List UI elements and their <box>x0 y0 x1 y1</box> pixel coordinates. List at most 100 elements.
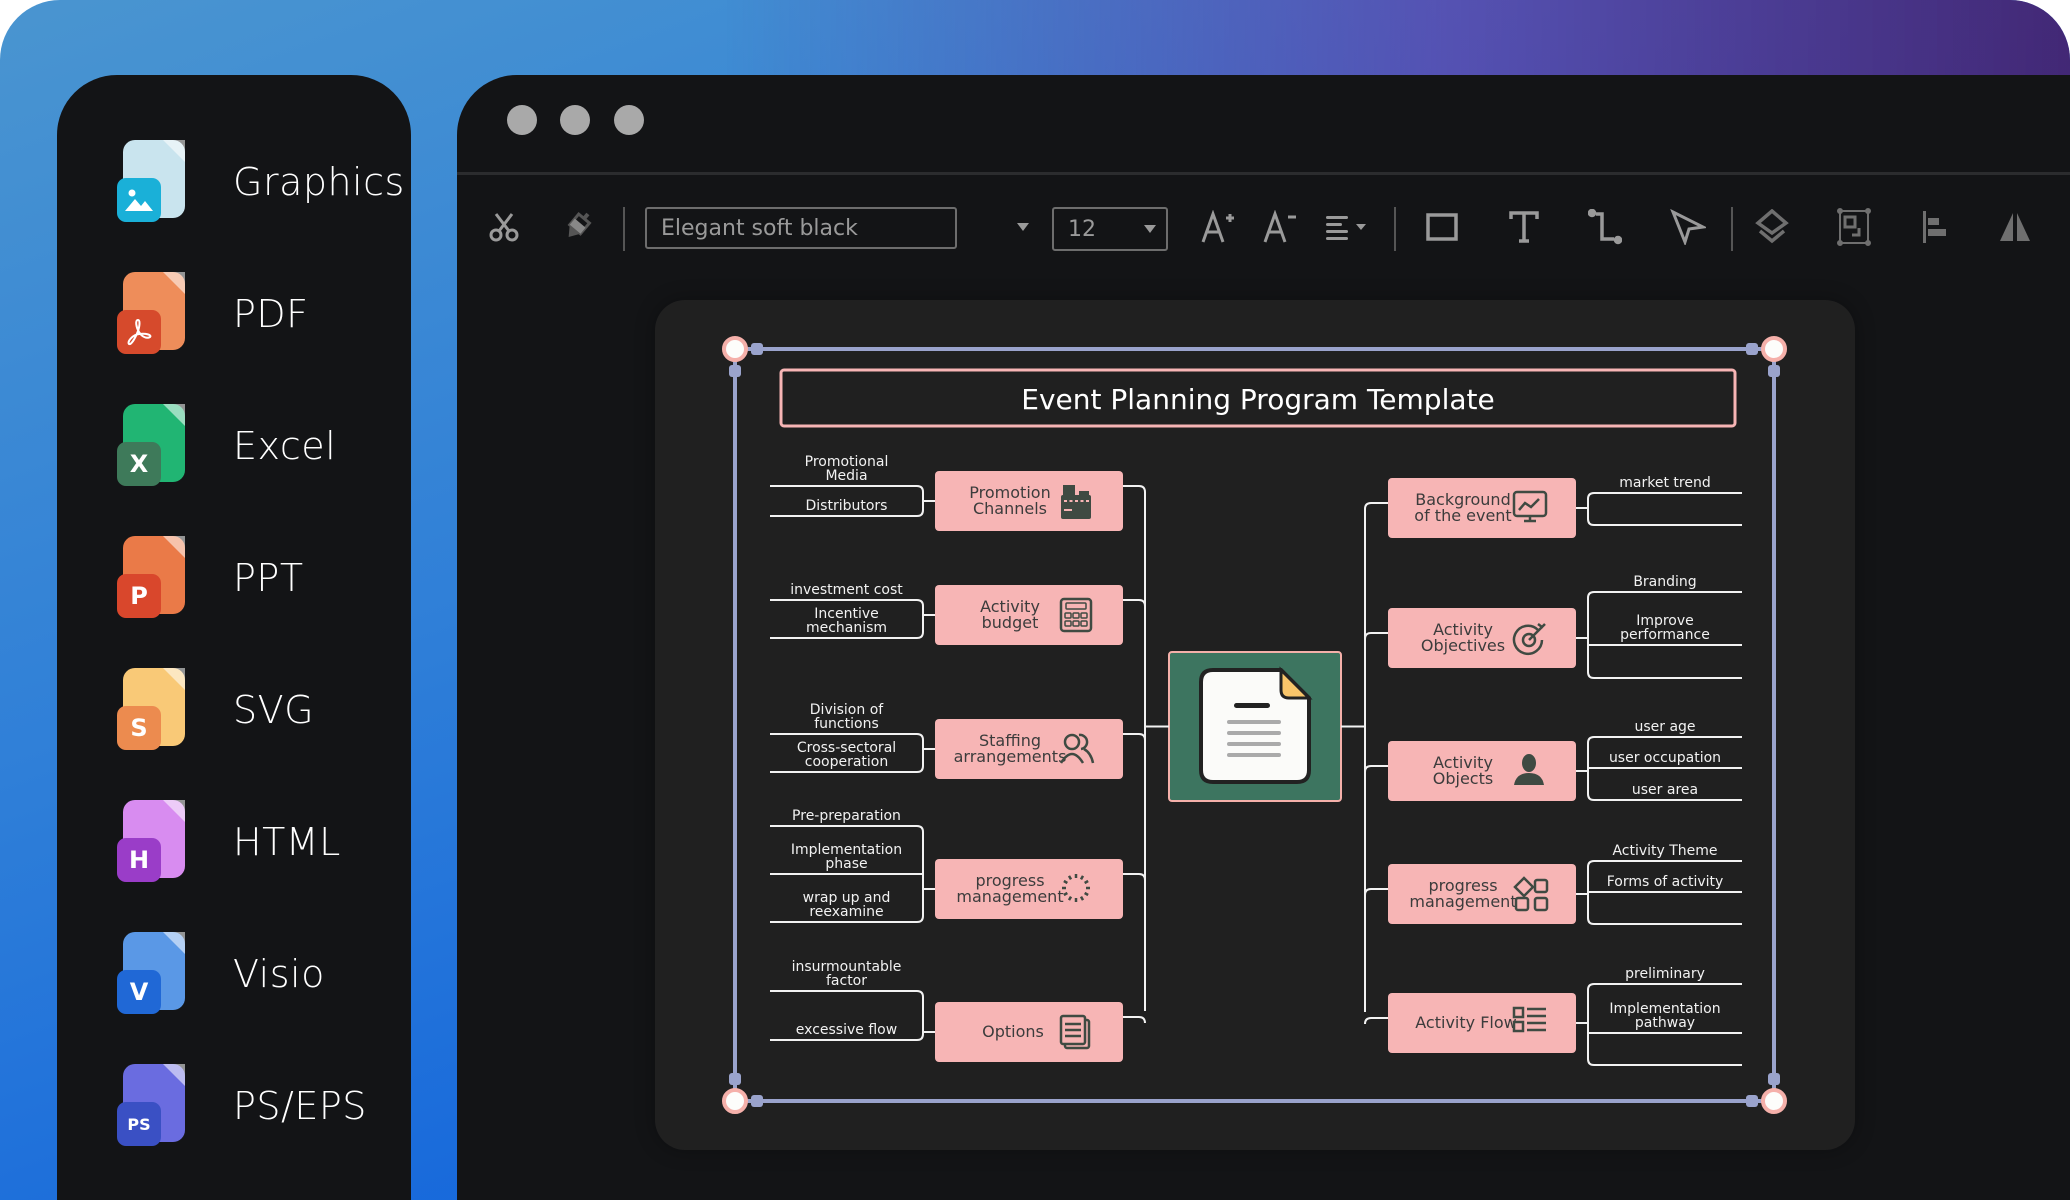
list-doc-icon <box>1059 1014 1091 1050</box>
resize-grip[interactable] <box>1768 365 1780 377</box>
font-dropdown-caret[interactable] <box>1017 223 1029 231</box>
left-branch-2[interactable]: Activity budget investment cost Incentive me… <box>770 582 1123 645</box>
leaf-label[interactable]: Incentive mechanism <box>806 606 887 636</box>
branch-connector <box>1123 873 1146 881</box>
branch-connector <box>1364 632 1388 640</box>
rectangle-tool-button[interactable] <box>1417 202 1467 252</box>
decrease-font-button[interactable] <box>1254 202 1304 252</box>
format-item-svg[interactable]: S SVG <box>117 665 407 755</box>
leaf-label[interactable]: Implementation pathway <box>1609 1001 1720 1031</box>
leaf-label[interactable]: investment cost <box>790 582 903 598</box>
chevron-down-icon <box>1144 225 1156 233</box>
right-branch-1[interactable]: Background of the event market trend <box>1388 475 1742 538</box>
resize-grip[interactable] <box>751 343 763 355</box>
format-item-html[interactable]: H HTML <box>117 797 407 887</box>
left-branch-1[interactable]: Promotion Channels Promotional Media Distrib… <box>770 454 1123 531</box>
format-item-excel[interactable]: X Excel <box>117 401 407 491</box>
leaf-label[interactable]: user area <box>1632 782 1698 798</box>
format-item-graphics[interactable]: Graphics <box>117 137 407 227</box>
leaf-label[interactable]: Promotional Media <box>805 454 889 484</box>
format-item-ppt[interactable]: P PPT <box>117 533 407 623</box>
document-icon <box>1199 666 1313 784</box>
resize-grip[interactable] <box>1746 343 1758 355</box>
group-button[interactable] <box>1829 202 1879 252</box>
leaf-label[interactable]: user age <box>1634 719 1695 735</box>
window-maximize-dot[interactable] <box>614 105 644 135</box>
corner-handle[interactable] <box>722 1088 748 1114</box>
connector-tool-button[interactable] <box>1580 202 1630 252</box>
format-label: SVG <box>233 688 315 732</box>
leaf-label[interactable]: Distributors <box>806 498 888 514</box>
pointer-tool-button[interactable] <box>1663 202 1713 252</box>
corner-handle[interactable] <box>722 336 748 362</box>
branch-connector <box>1123 1016 1146 1024</box>
left-branch-3[interactable]: Staffing arrangementsDivision of functions… <box>770 702 1123 779</box>
right-branch-4[interactable]: progress managementActivity ThemeForms of… <box>1388 843 1742 925</box>
leaf-label[interactable]: Division of functions <box>810 702 884 732</box>
font-name-input[interactable]: Elegant soft black <box>645 207 957 249</box>
window-close-dot[interactable] <box>507 105 537 135</box>
leaf-label[interactable]: Branding <box>1633 574 1696 590</box>
right-branch-5[interactable]: Activity Flow preliminary Implementation pa… <box>1388 966 1742 1066</box>
resize-grip[interactable] <box>751 1095 763 1107</box>
format-item-pseps[interactable]: PS PS/EPS <box>117 1061 407 1151</box>
resize-grip[interactable] <box>729 365 741 377</box>
left-branch-5[interactable]: Options insurmountable factor excessive flo… <box>770 959 1123 1062</box>
right-branch-3[interactable]: Activity Objects user age user occupation us… <box>1388 719 1742 801</box>
left-branch-4[interactable]: progress managementPre-preparationImpleme… <box>770 808 1123 923</box>
resize-grip[interactable] <box>1768 1073 1780 1085</box>
corner-handle[interactable] <box>1761 1088 1787 1114</box>
topic-label: Background of the event <box>1414 490 1511 525</box>
resize-grip[interactable] <box>729 1073 741 1085</box>
toolbar-separator <box>623 207 625 251</box>
format-item-visio[interactable]: V Visio <box>117 929 407 1019</box>
increase-font-button[interactable] <box>1192 202 1242 252</box>
toolbar-separator <box>1731 207 1733 251</box>
leaf-label[interactable]: Pre-preparation <box>792 808 901 824</box>
format-label: Visio <box>233 952 325 996</box>
resize-grip[interactable] <box>1746 1095 1758 1107</box>
align-left-button[interactable] <box>1909 202 1959 252</box>
diagram-canvas[interactable]: Event Planning Program Template Promotion… <box>655 300 1855 1150</box>
mind-map: Event Planning Program Template Promotion… <box>722 336 1787 1114</box>
image-file-icon <box>117 140 187 224</box>
titlebar-divider <box>457 172 2070 175</box>
leaf-label[interactable]: Cross-sectoral cooperation <box>797 740 896 770</box>
format-painter-button[interactable] <box>552 202 602 252</box>
flip-button[interactable] <box>1990 202 2040 252</box>
svg-file-icon: S <box>117 668 187 752</box>
export-format-sidebar: Graphics PDF X Excel P PPT S SVG H HTML V Visio PS PS… <box>57 75 411 1200</box>
right-branch-2[interactable]: Activity Objectives Branding Improve perform… <box>1388 574 1742 679</box>
text-tool-button[interactable] <box>1499 202 1549 252</box>
topic-label: Options <box>982 1022 1044 1041</box>
font-size-select[interactable]: 12 <box>1052 207 1168 251</box>
leaf-label[interactable]: Activity Theme <box>1612 843 1717 859</box>
font-increase-icon <box>1201 210 1234 243</box>
cut-button[interactable] <box>479 202 529 252</box>
branch-connector <box>1123 599 1146 607</box>
font-name-value: Elegant soft black <box>661 215 858 241</box>
corner-handle[interactable] <box>1761 336 1787 362</box>
leaf-label[interactable]: Forms of activity <box>1607 874 1724 890</box>
leaf-label[interactable]: Improve performance <box>1620 613 1710 643</box>
layers-button[interactable] <box>1747 202 1797 252</box>
window-minimize-dot[interactable] <box>560 105 590 135</box>
text-align-button[interactable] <box>1317 202 1377 252</box>
format-label: Graphics <box>233 160 405 204</box>
flip-icon <box>2000 213 2030 241</box>
leaf-label[interactable]: excessive flow <box>796 1022 897 1038</box>
ps-file-icon: PS <box>117 1064 187 1148</box>
format-item-pdf[interactable]: PDF <box>117 269 407 359</box>
leaf-label[interactable]: insurmountable factor <box>792 959 902 989</box>
leaf-label[interactable]: preliminary <box>1625 966 1705 982</box>
center-node[interactable] <box>1168 651 1342 802</box>
leaf-label[interactable]: wrap up and reexamine <box>803 890 891 920</box>
leaf-label[interactable]: user occupation <box>1609 750 1721 766</box>
leaf-label[interactable]: market trend <box>1619 475 1710 491</box>
topic-label: Activity Objectives <box>1421 620 1505 655</box>
leaf-label[interactable]: Implementation phase <box>791 842 902 872</box>
font-size-value: 12 <box>1068 216 1096 242</box>
text-icon <box>1509 211 1539 243</box>
format-label: HTML <box>233 820 341 864</box>
rectangle-icon <box>1426 213 1458 241</box>
